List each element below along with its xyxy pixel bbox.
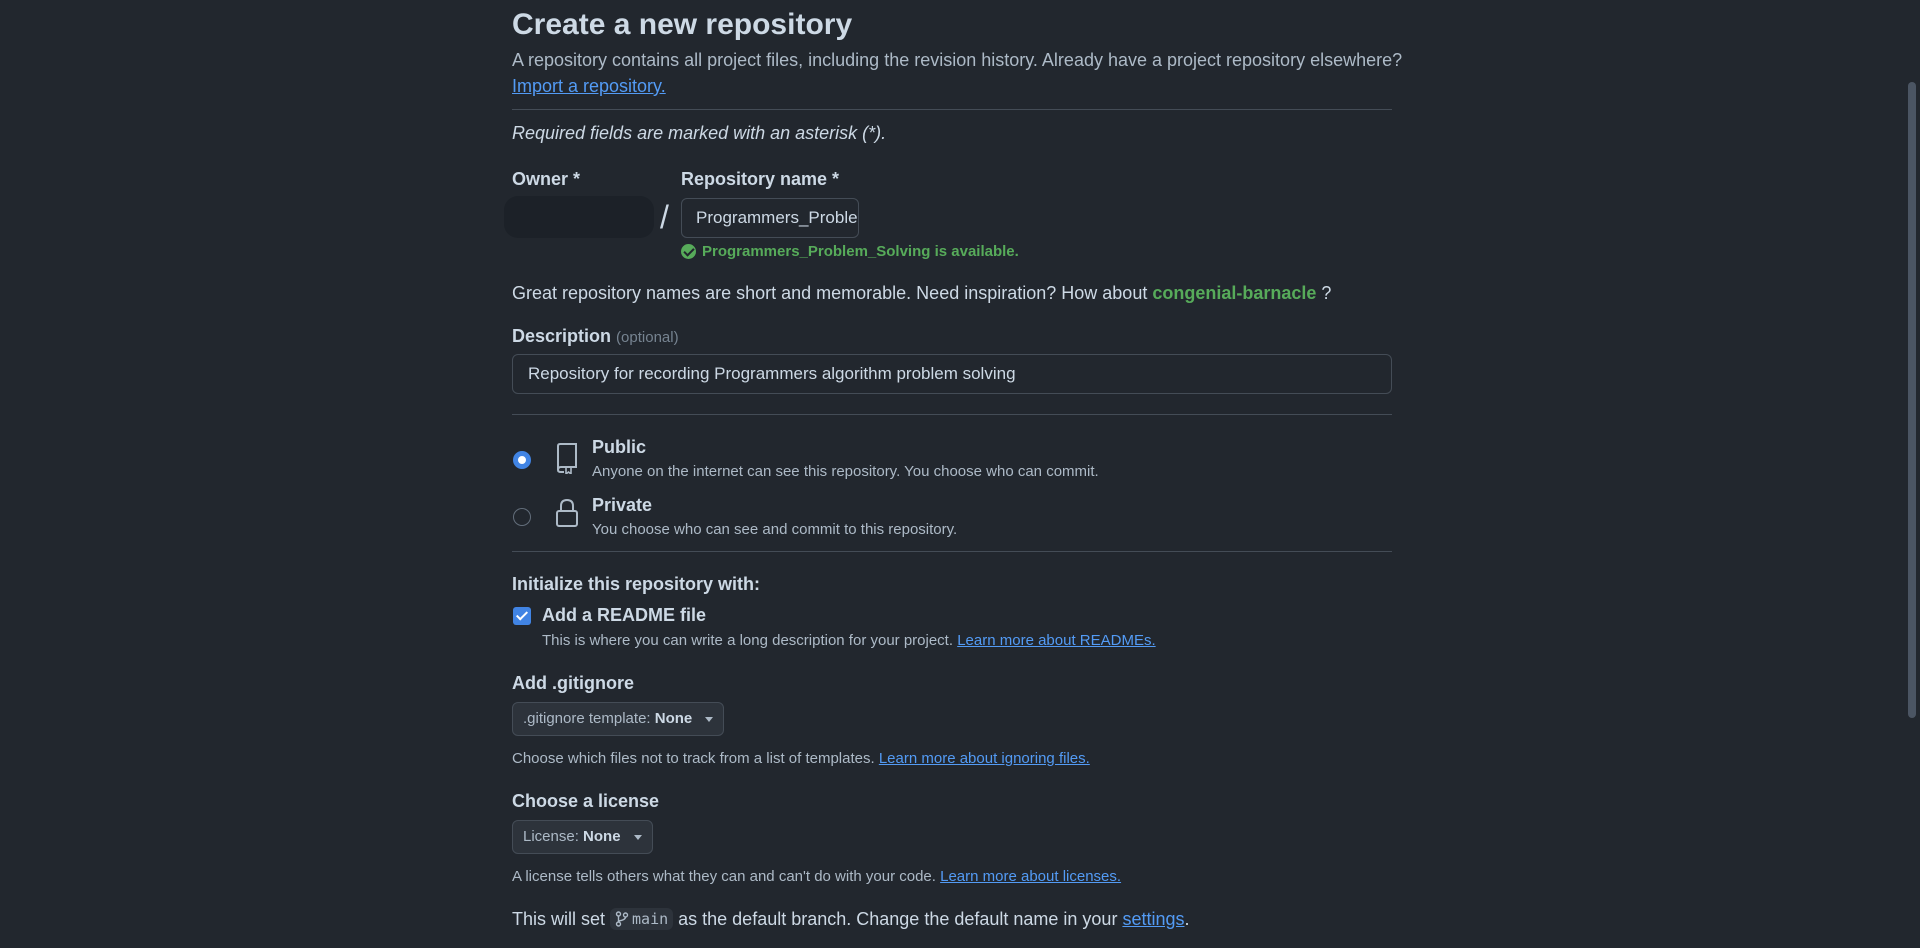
- description-label-text: Description: [512, 326, 612, 346]
- readme-checkbox[interactable]: [513, 607, 531, 625]
- readme-learn-more-link[interactable]: Learn more about READMEs.: [957, 632, 1155, 649]
- gitignore-dropdown-label: .gitignore template:: [523, 710, 651, 727]
- divider: [512, 414, 1392, 415]
- divider: [512, 109, 1392, 110]
- branch-middle: as the default branch. Change the defaul…: [678, 908, 1118, 929]
- license-dropdown-value: None: [583, 828, 621, 845]
- private-title: Private: [592, 495, 653, 515]
- license-dropdown-label: License:: [523, 828, 579, 845]
- license-help: A license tells others what they can and…: [512, 868, 1121, 885]
- license-help-text: A license tells others what they can and…: [512, 868, 936, 885]
- page-title: Create a new repository: [512, 8, 853, 41]
- gitignore-help: Choose which files not to track from a l…: [512, 750, 1090, 767]
- gitignore-heading: Add .gitignore: [512, 673, 634, 693]
- license-learn-more-link[interactable]: Learn more about licenses.: [940, 868, 1121, 885]
- git-branch-icon: [615, 911, 629, 927]
- inspiration-suffix: ?: [1321, 283, 1332, 303]
- triangle-down-icon: [705, 716, 714, 722]
- import-repository-link[interactable]: Import a repository.: [512, 76, 666, 97]
- description-label: Description (optional): [512, 326, 679, 347]
- gitignore-dropdown-value: None: [654, 710, 693, 727]
- public-radio[interactable]: [513, 451, 531, 469]
- private-description: You choose who can see and commit to thi…: [592, 521, 958, 538]
- page-subtitle: A repository contains all project files,…: [512, 50, 1403, 70]
- default-branch-note: This will set main as the default branch…: [512, 908, 1190, 930]
- description-input[interactable]: Repository for recording Programmers alg…: [512, 354, 1392, 394]
- name-inspiration: Great repository names are short and mem…: [512, 283, 1331, 304]
- license-heading: Choose a license: [512, 791, 660, 811]
- inspiration-text: Great repository names are short and mem…: [512, 283, 1148, 303]
- readme-help-text: This is where you can write a long descr…: [542, 632, 954, 649]
- gitignore-template-dropdown[interactable]: .gitignore template: None: [512, 702, 725, 736]
- branch-suffix: .: [1184, 908, 1190, 929]
- readme-help: This is where you can write a long descr…: [542, 632, 1156, 649]
- suggested-name-link[interactable]: congenial-barnacle: [1152, 283, 1316, 303]
- required-fields-note: Required fields are marked with an aster…: [512, 123, 887, 143]
- license-dropdown[interactable]: License: None: [512, 820, 653, 854]
- repo-icon: [557, 443, 577, 474]
- repository-name-input[interactable]: Programmers_Problem_Sol: [681, 198, 859, 238]
- readme-label: Add a README file: [542, 605, 707, 625]
- public-description: Anyone on the internet can see this repo…: [592, 463, 1099, 480]
- public-title: Public: [592, 437, 647, 457]
- initialize-heading: Initialize this repository with:: [512, 574, 761, 594]
- scrollbar-thumb[interactable]: [1908, 82, 1916, 718]
- optional-hint: (optional): [616, 329, 679, 346]
- divider: [512, 551, 1392, 552]
- owner-select[interactable]: [504, 196, 654, 238]
- settings-link[interactable]: settings: [1122, 909, 1184, 930]
- branch-name: main: [632, 910, 669, 928]
- owner-label: Owner *: [512, 169, 581, 189]
- branch-prefix: This will set: [512, 908, 606, 929]
- owner-repo-separator: /: [660, 199, 669, 235]
- branch-name-chip: main: [610, 908, 674, 930]
- gitignore-help-text: Choose which files not to track from a l…: [512, 750, 875, 767]
- new-repository-page: Create a new repository A repository con…: [0, 0, 1920, 948]
- lock-icon: [556, 498, 578, 527]
- gitignore-learn-more-link[interactable]: Learn more about ignoring files.: [879, 750, 1090, 767]
- availability-message: Programmers_Problem_Solving is available…: [681, 243, 1019, 260]
- triangle-down-icon: [633, 834, 642, 840]
- repository-name-label: Repository name *: [681, 169, 840, 189]
- private-radio[interactable]: [513, 508, 531, 526]
- availability-text: Programmers_Problem_Solving is available…: [702, 243, 1019, 260]
- check-circle-icon: [681, 244, 696, 259]
